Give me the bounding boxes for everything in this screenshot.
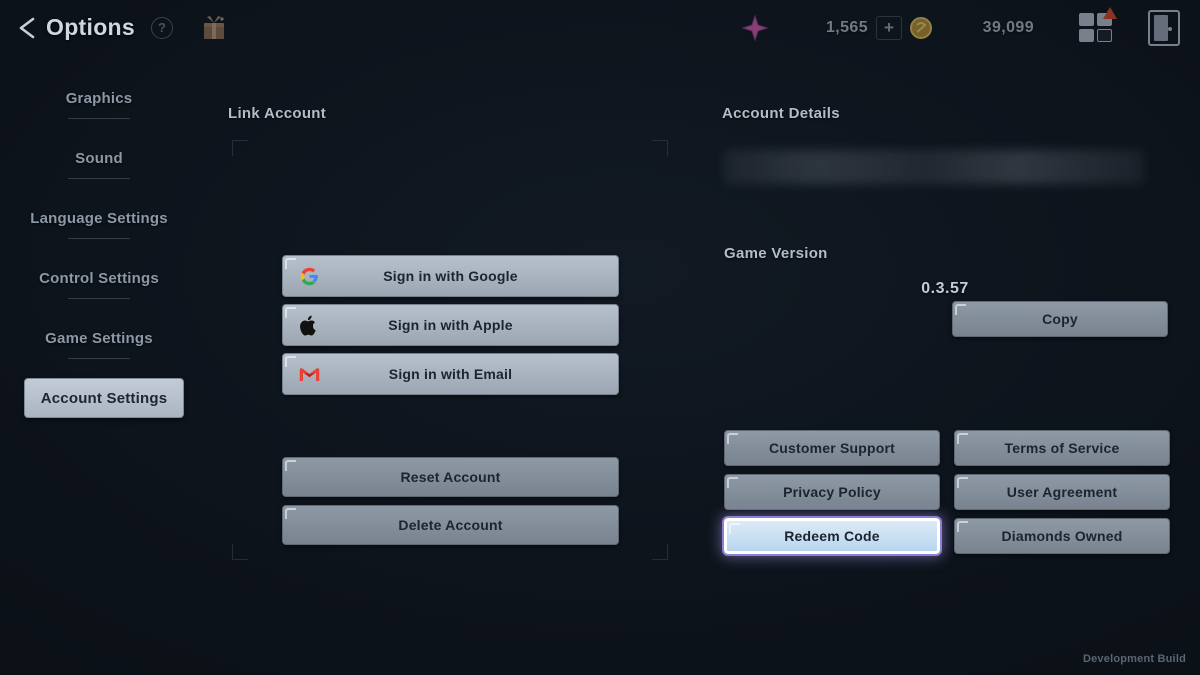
copy-account-id-button[interactable]: Copy [952, 301, 1168, 337]
settings-sidebar: Graphics Sound Language Settings Control… [0, 78, 198, 438]
account-details-title: Account Details [722, 105, 840, 122]
grid-menu-icon[interactable] [1078, 6, 1117, 45]
game-version-title: Game Version [724, 245, 828, 262]
user-agreement-button[interactable]: User Agreement [954, 474, 1170, 510]
privacy-policy-button[interactable]: Privacy Policy [724, 474, 940, 510]
customer-support-button[interactable]: Customer Support [724, 430, 940, 466]
sign-in-with-email-button[interactable]: Sign in with Email [282, 353, 619, 395]
customer-support-label: Customer Support [768, 440, 896, 456]
copy-button-label: Copy [1042, 311, 1078, 327]
redeem-code-button[interactable]: Redeem Code [724, 518, 940, 554]
sidebar-item-sound[interactable]: Sound [0, 138, 198, 178]
terms-of-service-label: Terms of Service [1004, 440, 1120, 456]
diamond-amount: 1,565 [825, 18, 868, 36]
gold-amount: 39,099 [982, 18, 1034, 36]
chevron-left-icon [19, 17, 35, 38]
sidebar-item-label: Game Settings [45, 329, 153, 347]
sidebar-item-label: Account Settings [40, 389, 168, 407]
options-screen: Options ? 1,565 + 39,099 Graphics Sound … [0, 0, 1200, 675]
link-account-panel: Link Account Sign in with Google Sign in… [228, 105, 668, 560]
door-exit-icon[interactable] [1148, 9, 1180, 46]
link-account-title: Link Account [228, 105, 327, 122]
delete-account-label: Delete Account [398, 517, 503, 533]
top-bar: Options ? 1,565 + 39,099 [0, 0, 1200, 55]
privacy-policy-label: Privacy Policy [783, 484, 881, 500]
sign-in-with-google-button[interactable]: Sign in with Google [282, 255, 619, 297]
gift-box-icon[interactable] [197, 12, 231, 44]
reset-account-button[interactable]: Reset Account [282, 457, 619, 497]
sign-in-with-email-label: Sign in with Email [388, 366, 513, 382]
account-id-field[interactable] [724, 150, 1144, 184]
google-icon [283, 256, 335, 296]
diamonds-owned-button[interactable]: Diamonds Owned [954, 518, 1170, 554]
sidebar-item-control-settings[interactable]: Control Settings [0, 258, 198, 298]
sidebar-item-label: Language Settings [30, 209, 168, 227]
sign-in-with-google-label: Sign in with Google [383, 268, 518, 284]
notification-badge [1103, 6, 1117, 19]
signin-button-list: Sign in with Google Sign in with Apple S… [282, 255, 619, 402]
account-details-panel: Account Details Copy Game Version 0.3.57… [722, 105, 1170, 560]
reset-account-label: Reset Account [400, 469, 501, 485]
currency-gold: 39,099 [906, 13, 1040, 43]
currency-diamond: 1,565 + [740, 13, 902, 43]
sidebar-item-label: Sound [75, 149, 123, 167]
game-version-value: 0.3.57 [921, 280, 969, 297]
terms-of-service-button[interactable]: Terms of Service [954, 430, 1170, 466]
account-actions-list: Reset Account Delete Account [282, 457, 619, 553]
sidebar-item-game-settings[interactable]: Game Settings [0, 318, 198, 358]
sign-in-with-apple-button[interactable]: Sign in with Apple [282, 304, 619, 346]
diamonds-owned-label: Diamonds Owned [1001, 528, 1123, 544]
help-icon[interactable]: ? [150, 16, 173, 39]
back-button[interactable] [14, 13, 40, 43]
add-diamonds-button[interactable]: + [876, 15, 902, 40]
user-agreement-label: User Agreement [1006, 484, 1118, 500]
sidebar-item-account-settings[interactable]: Account Settings [24, 378, 184, 418]
page-title: Options [46, 14, 135, 40]
delete-account-button[interactable]: Delete Account [282, 505, 619, 545]
gold-coin-icon [906, 13, 936, 43]
support-links-grid: Customer Support Terms of Service Privac… [724, 430, 1170, 554]
diamond-icon [740, 13, 770, 43]
development-build-watermark: Development Build [1082, 653, 1186, 665]
sidebar-item-label: Control Settings [39, 269, 159, 287]
redeem-code-label: Redeem Code [784, 528, 880, 544]
apple-icon [283, 305, 335, 345]
sign-in-with-apple-label: Sign in with Apple [388, 317, 513, 333]
sidebar-item-language-settings[interactable]: Language Settings [0, 198, 198, 238]
sidebar-item-label: Graphics [65, 89, 133, 107]
sidebar-item-graphics[interactable]: Graphics [0, 78, 198, 118]
gmail-icon [283, 354, 335, 394]
